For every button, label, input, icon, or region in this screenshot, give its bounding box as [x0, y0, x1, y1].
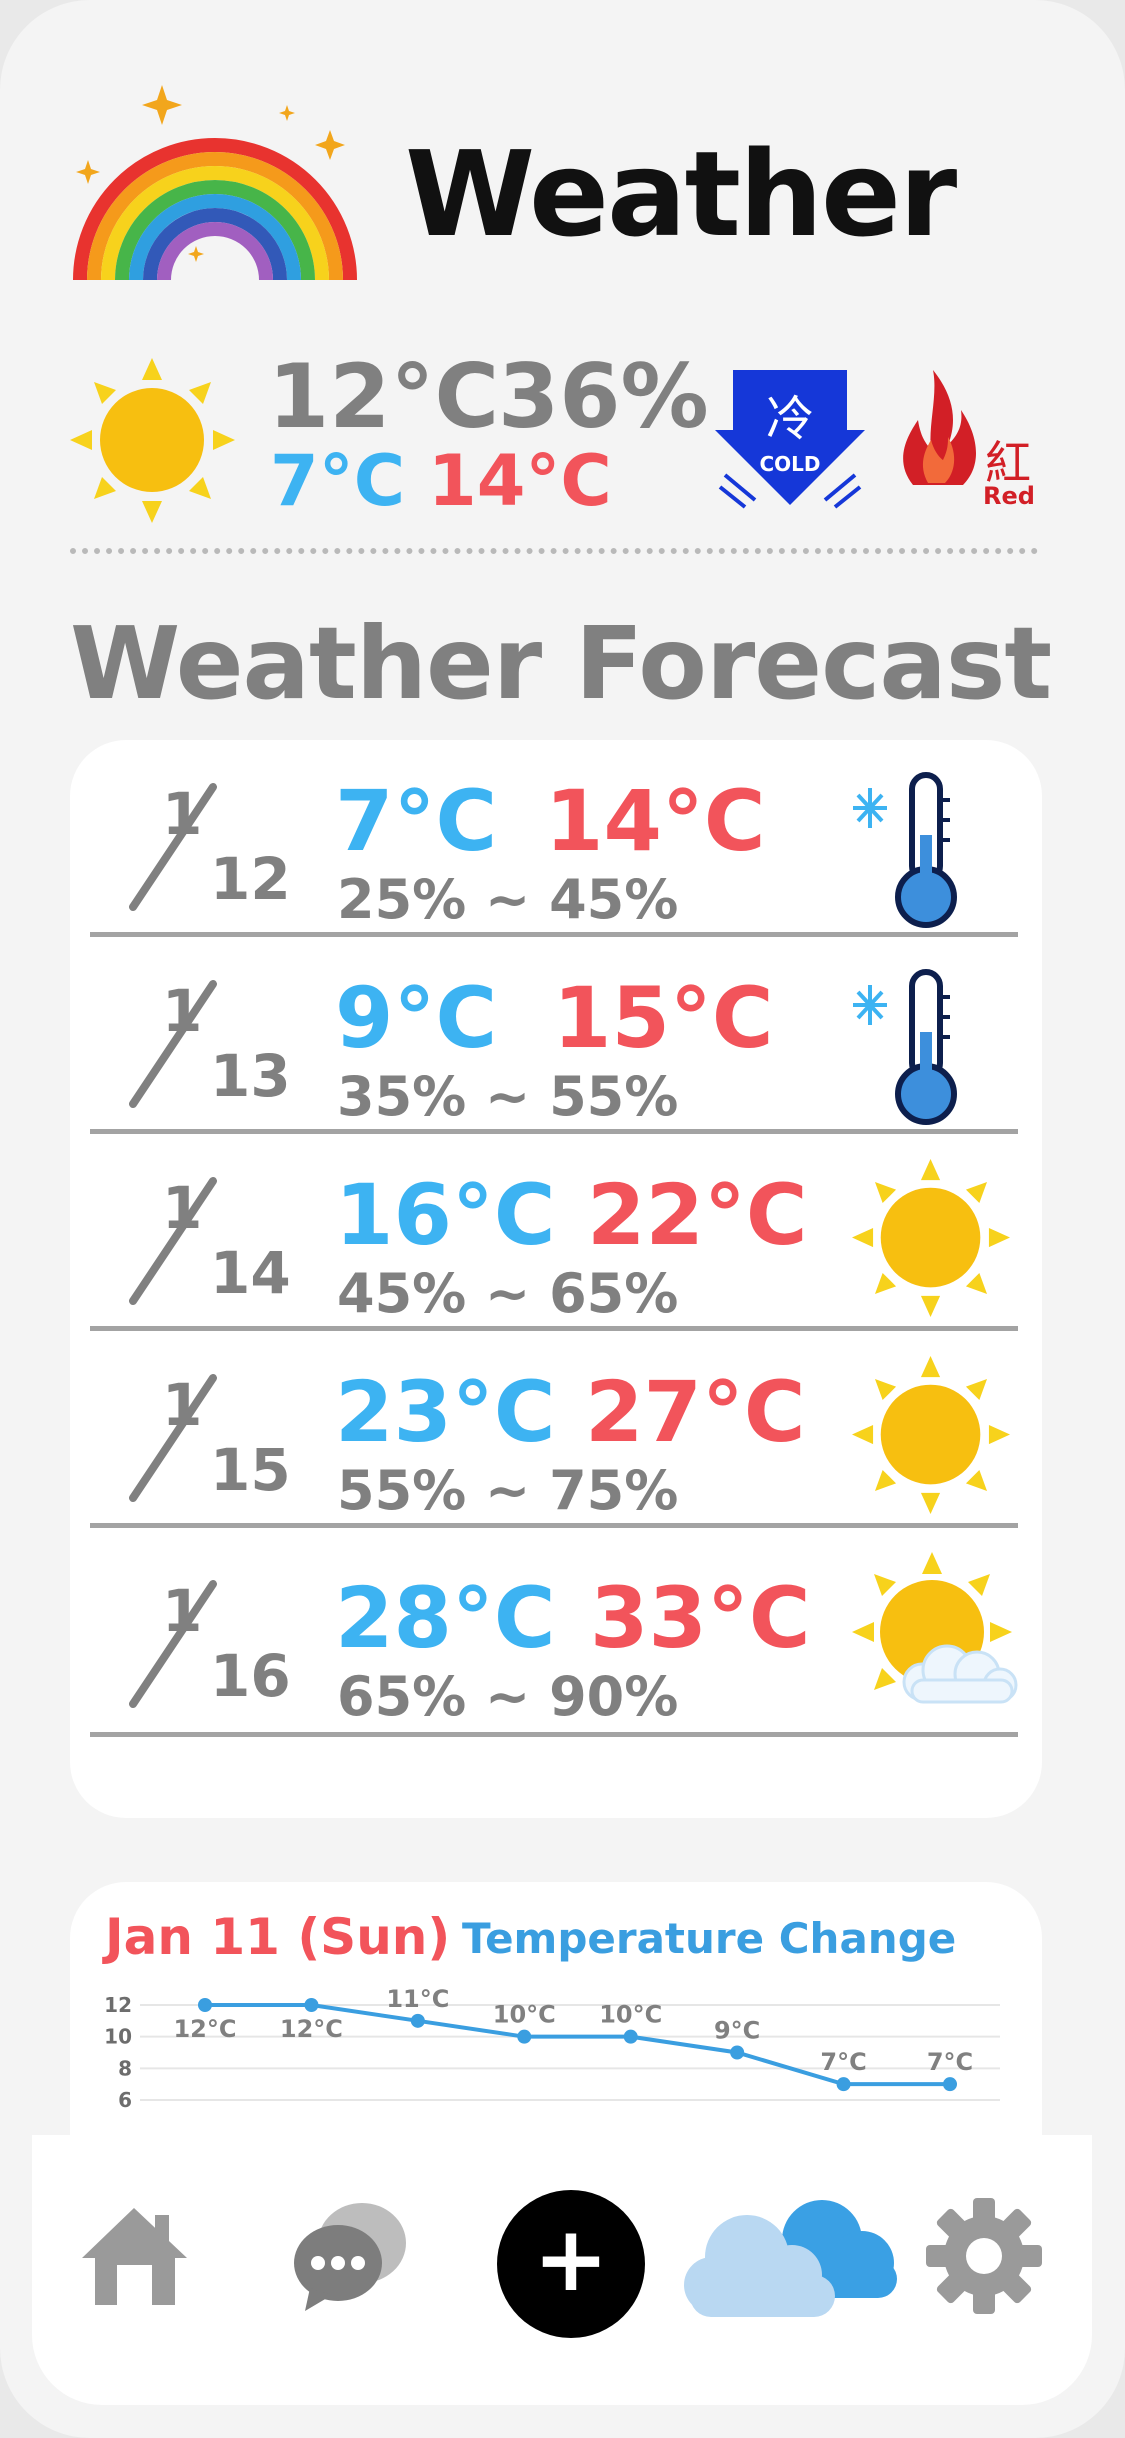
- current-low-temp: 7°C: [270, 440, 406, 522]
- cloud-icon[interactable]: [682, 2185, 907, 2325]
- forecast-high: 33°C: [590, 1569, 811, 1667]
- forecast-high: 15°C: [553, 969, 774, 1067]
- chart-data-label: 10°C: [599, 2001, 662, 2029]
- chart-data-label: 9°C: [714, 2017, 760, 2045]
- add-icon: +: [533, 2207, 609, 2312]
- forecast-humidity: 25% ~ 45%: [337, 868, 679, 931]
- chart-point: [410, 2013, 425, 2028]
- current-humidity: 36%: [498, 345, 709, 448]
- add-button[interactable]: +: [497, 2190, 645, 2338]
- chart-point: [198, 1998, 212, 2012]
- chart-date: Jan 11 (Sun): [105, 1908, 451, 1966]
- sun-cloud-icon: [852, 1552, 1018, 1704]
- forecast-low: 7°C: [335, 772, 498, 870]
- forecast-row[interactable]: 1 14 16°C 22°C 45% ~ 65%: [90, 1134, 1018, 1331]
- sun-icon: [852, 1356, 1010, 1514]
- chart-y-tick: 10: [104, 2025, 132, 2049]
- chat-icon[interactable]: [290, 2193, 410, 2313]
- date-slash: [129, 783, 217, 911]
- date-slash: [129, 1580, 217, 1708]
- chart-data-label: 7°C: [820, 2048, 866, 2076]
- sun-icon: [70, 358, 235, 523]
- temperature-line-chart: 12 10 8 6 12°C 12°C 11°C 10°C 10°C 9°C 7°C 7°C: [104, 1985, 1000, 2112]
- forecast-title: Weather Forecast: [70, 605, 1052, 722]
- forecast-row[interactable]: 1 15 23°C 27°C 55% ~ 75%: [90, 1331, 1018, 1528]
- cold-badge-label: COLD: [759, 452, 821, 476]
- forecast-row[interactable]: 1 13 9°C 15°C 35% ~ 55%: [90, 937, 1018, 1134]
- cold-thermometer-icon: [853, 772, 957, 928]
- forecast-low: 28°C: [335, 1569, 556, 1667]
- chart-y-tick: 12: [104, 1993, 132, 2017]
- cold-badge: 冷 COLD: [715, 365, 865, 510]
- gear-icon[interactable]: [925, 2197, 1043, 2315]
- chart-y-tick: 6: [118, 2088, 132, 2112]
- chart-point: [730, 2045, 745, 2060]
- chart-point: [943, 2077, 957, 2092]
- forecast-low: 23°C: [335, 1363, 556, 1461]
- forecast-humidity: 65% ~ 90%: [337, 1665, 679, 1728]
- row-divider: [90, 1732, 1018, 1737]
- date-slash: [129, 1374, 217, 1502]
- date-slash: [129, 1177, 217, 1305]
- chart-data-label: 10°C: [493, 2001, 556, 2029]
- chart-data-label: 7°C: [927, 2048, 973, 2076]
- chart-y-tick: 8: [118, 2056, 132, 2080]
- app-title: Weather: [405, 125, 957, 263]
- chart-data-label: 12°C: [173, 2015, 236, 2043]
- forecast-humidity: 55% ~ 75%: [337, 1459, 679, 1522]
- row-divider: [90, 1523, 1018, 1528]
- forecast-high: 14°C: [545, 772, 766, 870]
- forecast-humidity: 45% ~ 65%: [337, 1262, 679, 1325]
- chart-data-label: 11°C: [386, 1985, 449, 2013]
- home-icon[interactable]: [77, 2203, 192, 2308]
- forecast-day: 15: [210, 1436, 291, 1504]
- forecast-day: 12: [210, 845, 291, 913]
- cold-badge-kanji: 冷: [765, 391, 814, 447]
- chart-point: [836, 2077, 851, 2092]
- forecast-row[interactable]: 1 16 28°C 33°C 65% ~ 90%: [90, 1537, 1018, 1737]
- red-badge-label: Red: [983, 482, 1035, 510]
- chart-data-label: 12°C: [280, 2015, 343, 2043]
- forecast-day: 13: [210, 1042, 291, 1110]
- app-screen: Weather 12°C 36% 7°C 14°C 冷 COLD 紅 Red W…: [0, 0, 1125, 2438]
- forecast-row[interactable]: 1 12 7°C 14°C 25% ~ 45%: [90, 740, 1018, 937]
- forecast-humidity: 35% ~ 55%: [337, 1065, 679, 1128]
- rainbow-icon: [73, 85, 357, 281]
- bottom-nav: +: [32, 2135, 1092, 2405]
- forecast-day: 16: [210, 1642, 291, 1710]
- forecast-card: 1 12 7°C 14°C 25% ~ 45% 1 13 9°C 15°C 35…: [70, 740, 1042, 1818]
- chart-title: Temperature Change: [462, 1914, 957, 1963]
- forecast-low: 9°C: [335, 969, 498, 1067]
- forecast-low: 16°C: [335, 1166, 556, 1264]
- forecast-high: 27°C: [585, 1363, 806, 1461]
- forecast-day: 14: [210, 1239, 291, 1307]
- red-badge: 紅 Red: [893, 365, 1043, 515]
- current-high-temp: 14°C: [428, 440, 612, 522]
- sun-icon: [852, 1159, 1010, 1317]
- chart-point: [517, 2029, 532, 2044]
- flame-icon: [903, 370, 976, 485]
- chart-point: [304, 1998, 319, 2012]
- forecast-high: 22°C: [587, 1166, 808, 1264]
- date-slash: [129, 980, 217, 1108]
- cold-thermometer-icon: [853, 969, 957, 1125]
- chart-point: [623, 2029, 638, 2044]
- divider: [70, 548, 1038, 554]
- current-temperature: 12°C: [268, 345, 500, 448]
